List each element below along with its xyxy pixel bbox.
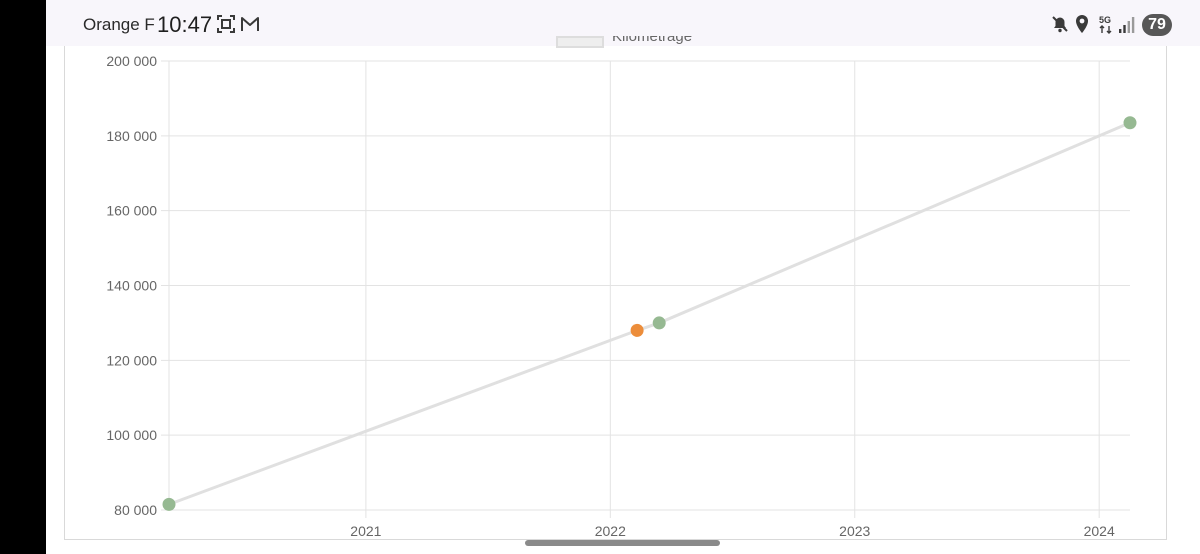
y-tick-label: 200 000 — [106, 53, 157, 69]
series-line — [168, 121, 1131, 506]
x-tick-label: 2024 — [1084, 523, 1115, 539]
y-tick-label: 140 000 — [106, 278, 157, 294]
mileage-chart: 80 000 100 000 120 000 140 000 160 000 180 00… — [106, 53, 1137, 539]
y-tick-label: 80 000 — [114, 502, 157, 518]
y-tick-label: 160 000 — [106, 203, 157, 219]
y-tick-label: 180 000 — [106, 128, 157, 144]
data-point — [1123, 116, 1137, 130]
x-tick-label: 2022 — [595, 523, 626, 539]
y-tick-label: 120 000 — [106, 352, 157, 368]
x-tick-label: 2021 — [350, 523, 381, 539]
y-tick-label: 100 000 — [106, 427, 157, 443]
chart-grid — [161, 60, 1130, 518]
data-point — [652, 316, 666, 330]
navigation-handle[interactable] — [525, 540, 720, 546]
y-axis-ticks: 80 000 100 000 120 000 140 000 160 000 180 00… — [106, 53, 157, 518]
x-axis-ticks: 2021 2022 2023 2024 — [350, 523, 1115, 539]
x-tick-label: 2023 — [839, 523, 870, 539]
data-point — [162, 497, 176, 511]
data-point — [630, 323, 644, 337]
chart-series — [162, 116, 1137, 511]
